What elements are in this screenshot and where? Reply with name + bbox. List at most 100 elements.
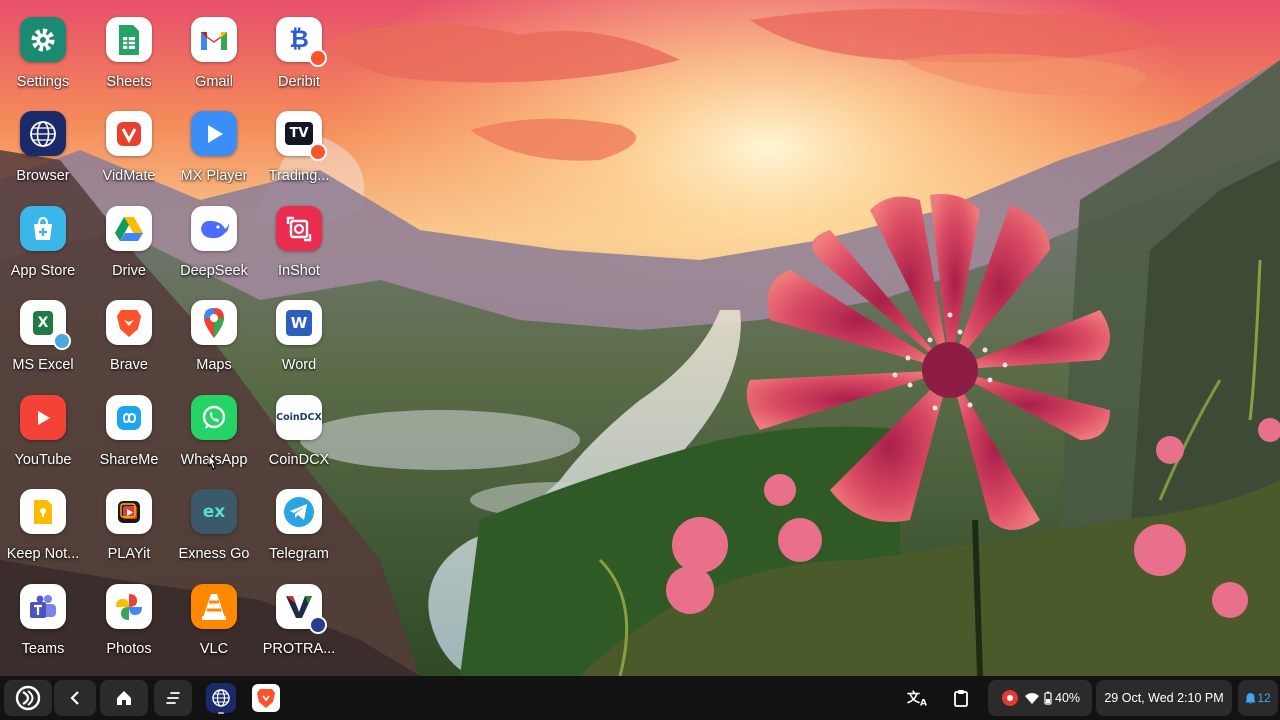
translate-button[interactable]: 文A xyxy=(900,680,934,716)
datetime-pill[interactable]: 29 Oct, Wed 2:10 PM xyxy=(1096,680,1232,716)
app-label: Settings xyxy=(16,74,70,90)
app-shareme[interactable]: ShareMe xyxy=(86,378,172,468)
app-word[interactable]: W Word xyxy=(256,283,342,373)
mx-player-icon xyxy=(191,111,237,157)
app-label: Teams xyxy=(21,641,65,657)
word-icon: W xyxy=(276,300,322,346)
home-icon xyxy=(117,691,131,705)
app-telegram[interactable]: Telegram xyxy=(256,472,342,562)
launcher-icon xyxy=(15,685,41,711)
app-gmail[interactable]: Gmail xyxy=(171,0,257,90)
recents-icon xyxy=(166,692,180,704)
protrader-icon xyxy=(276,584,327,635)
teams-icon xyxy=(20,584,66,630)
date-time: 29 Oct, Wed 2:10 PM xyxy=(1104,691,1224,705)
app-label: YouTube xyxy=(14,452,72,468)
wifi-icon xyxy=(1025,693,1039,704)
taskbar-pinned-browser[interactable] xyxy=(200,680,242,716)
brave-icon xyxy=(252,684,280,712)
app-deribit[interactable]: ₿ Deribit xyxy=(256,0,342,90)
app-badge-icon xyxy=(309,49,327,68)
app-mx-player[interactable]: MX Player xyxy=(171,94,257,184)
app-label: Exness Go xyxy=(178,546,250,562)
photos-icon xyxy=(106,584,152,630)
app-badge-icon xyxy=(309,616,327,635)
app-inshot[interactable]: InShot xyxy=(256,189,342,279)
app-browser[interactable]: Browser xyxy=(0,94,86,184)
app-label: DeepSeek xyxy=(180,263,248,279)
back-button[interactable] xyxy=(54,680,96,716)
app-drive[interactable]: Drive xyxy=(86,189,172,279)
back-icon xyxy=(70,691,79,705)
keep-notes-icon xyxy=(20,489,66,535)
app-label: CoinDCX xyxy=(268,452,330,468)
launcher-button[interactable] xyxy=(4,680,52,716)
app-label: Deribit xyxy=(278,74,320,90)
app-brave[interactable]: Brave xyxy=(86,283,172,373)
app-label: Telegram xyxy=(269,546,329,562)
recents-button[interactable] xyxy=(154,680,192,716)
vlc-icon xyxy=(191,584,237,630)
browser-icon xyxy=(20,111,66,157)
browser-icon xyxy=(206,683,236,713)
home-button[interactable] xyxy=(100,680,148,716)
vidmate-icon xyxy=(106,111,152,157)
app-keep-notes[interactable]: Keep Not... xyxy=(0,472,86,562)
app-label: Word xyxy=(281,357,317,373)
app-coindcx[interactable]: CoinDCX CoinDCX xyxy=(256,378,342,468)
app-exness-go[interactable]: ex Exness Go xyxy=(171,472,257,562)
app-badge-icon xyxy=(53,332,71,351)
taskbar-pinned-brave[interactable] xyxy=(246,680,286,716)
app-vidmate[interactable]: VidMate xyxy=(86,94,172,184)
app-whatsapp[interactable]: WhatsApp xyxy=(171,378,257,468)
app-label: Trading... xyxy=(268,168,330,184)
app-label: Maps xyxy=(196,357,232,373)
app-badge-icon xyxy=(309,143,327,162)
tradingview-icon: TV xyxy=(276,111,327,162)
app-label: WhatsApp xyxy=(180,452,248,468)
app-playit[interactable]: PLAYit xyxy=(86,472,172,562)
app-youtube[interactable]: YouTube xyxy=(0,378,86,468)
battery-level: 40% xyxy=(1055,691,1081,705)
taskbar: 文A 40% 29 Oct, Wed 2:10 PM 12 xyxy=(0,676,1280,720)
translate-icon: 文A xyxy=(907,691,927,709)
app-label: Gmail xyxy=(195,74,233,90)
app-label: App Store xyxy=(10,263,76,279)
app-vlc[interactable]: VLC xyxy=(171,567,257,657)
app-maps[interactable]: Maps xyxy=(171,283,257,373)
app-label: Browser xyxy=(16,168,70,184)
app-teams[interactable]: Teams xyxy=(0,567,86,657)
clipboard-button[interactable] xyxy=(944,680,978,716)
shareme-icon xyxy=(106,395,152,441)
app-label: PROTRA... xyxy=(262,641,336,657)
app-label: Keep Not... xyxy=(6,546,80,562)
whatsapp-icon xyxy=(191,395,237,441)
app-label: Sheets xyxy=(106,74,152,90)
app-label: VLC xyxy=(199,641,229,657)
app-settings[interactable]: Settings xyxy=(0,0,86,90)
maps-icon xyxy=(191,300,237,346)
app-label: MS Excel xyxy=(12,357,74,373)
app-ms-excel[interactable]: X MS Excel xyxy=(0,283,86,373)
app-sheets[interactable]: Sheets xyxy=(86,0,172,90)
app-photos[interactable]: Photos xyxy=(86,567,172,657)
quick-settings-pill[interactable]: 40% xyxy=(988,680,1092,716)
notification-count: 12 xyxy=(1257,691,1271,705)
notifications-button[interactable]: 12 xyxy=(1238,680,1278,716)
app-deepseek[interactable]: DeepSeek xyxy=(171,189,257,279)
app-label: Photos xyxy=(106,641,152,657)
app-label: VidMate xyxy=(102,168,156,184)
deribit-icon: ₿ xyxy=(276,17,327,68)
app-app-store[interactable]: App Store xyxy=(0,189,86,279)
excel-icon: X xyxy=(20,300,71,351)
inshot-icon xyxy=(276,206,322,252)
telegram-icon xyxy=(276,489,322,535)
app-protrader[interactable]: PROTRA... xyxy=(256,567,342,657)
sheets-icon xyxy=(106,17,152,63)
coindcx-icon: CoinDCX xyxy=(276,395,322,441)
app-label: Drive xyxy=(112,263,146,279)
deepseek-icon xyxy=(191,206,237,252)
playit-icon xyxy=(106,489,152,535)
battery-icon xyxy=(1044,691,1052,705)
app-tradingview[interactable]: TV Trading... xyxy=(256,94,342,184)
